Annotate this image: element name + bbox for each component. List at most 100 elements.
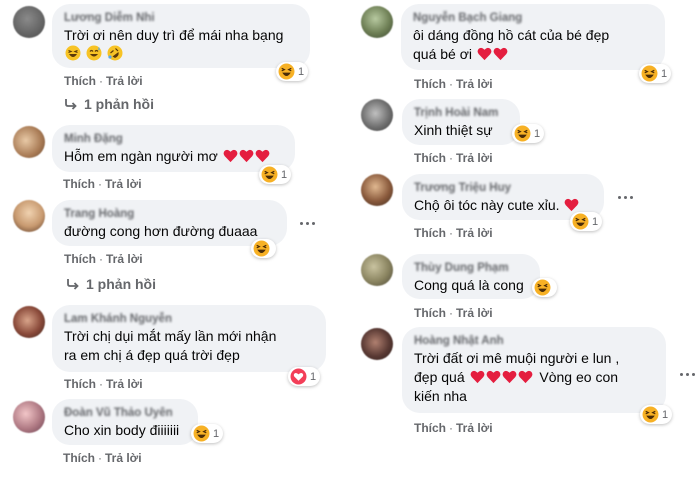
comment-text: Cho xin body điiiiiii <box>64 422 180 438</box>
comment-author[interactable]: Trang Hoàng <box>64 207 275 222</box>
like-link[interactable]: Thích <box>414 306 446 320</box>
reaction-badge[interactable]: 1 <box>640 405 673 424</box>
reaction-badge[interactable]: 1 <box>259 165 292 184</box>
reaction-count: 1 <box>310 370 317 383</box>
reply-link[interactable]: Trả lời <box>456 226 493 240</box>
separator-dot: · <box>449 306 453 320</box>
red-heart-emoji <box>502 370 516 384</box>
reply-link[interactable]: Trả lời <box>105 177 142 191</box>
red-heart-emoji <box>518 370 532 384</box>
red-heart-emoji <box>493 47 508 61</box>
avatar[interactable] <box>13 306 45 338</box>
reply-link[interactable]: Trả lời <box>106 74 143 88</box>
comment-text: Trời ơi nên duy trì để mái nha bạng <box>64 27 284 43</box>
more-options-button[interactable] <box>611 183 639 211</box>
emoji-line <box>64 45 298 64</box>
comment-author[interactable]: Lam Khánh Nguyễn <box>64 312 314 327</box>
comment-author[interactable]: Lương Diễm Nhi <box>64 11 298 26</box>
avatar[interactable] <box>13 200 45 232</box>
view-replies-link[interactable]: 1 phản hồi <box>64 96 154 112</box>
comment-text: Trời chị dụi mắt mấy lần mới nhận <box>64 328 277 344</box>
reply-link[interactable]: Trả lời <box>456 151 493 165</box>
reaction-badge[interactable]: 1 <box>191 424 224 443</box>
like-link[interactable]: Thích <box>63 451 95 465</box>
separator-dot: · <box>98 177 102 191</box>
avatar[interactable] <box>361 174 393 206</box>
avatar[interactable] <box>361 254 393 286</box>
rofl-emoji <box>107 45 123 61</box>
reply-link[interactable]: Trả lời <box>456 421 493 435</box>
reply-link[interactable]: Trả lời <box>456 77 493 91</box>
avatar[interactable] <box>13 6 45 38</box>
reply-link[interactable]: Trả lời <box>105 451 142 465</box>
comment-text: đường cong hơn đường đuaaa <box>64 223 258 239</box>
reaction-badge[interactable]: 1 <box>512 124 545 143</box>
reply-link[interactable]: Trả lời <box>456 306 493 320</box>
separator-dot: · <box>98 451 102 465</box>
haha-emoji <box>65 45 81 61</box>
comment-text: quá bé ơi <box>413 45 653 64</box>
separator-dot: · <box>449 151 453 165</box>
comment-text: Trời đất ơi mê muội người e lun , <box>414 350 620 366</box>
comment-author[interactable]: Hoàng Nhật Anh <box>414 334 654 349</box>
comment-bubble: Minh Đặng Hỗm em ngàn người mơ <box>52 125 295 172</box>
reply-link[interactable]: Trả lời <box>106 252 143 266</box>
avatar[interactable] <box>361 6 393 38</box>
like-link[interactable]: Thích <box>64 377 96 391</box>
avatar[interactable] <box>361 328 393 360</box>
comment-actions: Thích · Trả lời <box>414 77 493 91</box>
separator-dot: · <box>449 226 453 240</box>
haha-reaction-icon <box>641 65 658 82</box>
comment-author[interactable]: Trương Triệu Huy <box>414 181 592 196</box>
more-options-button[interactable] <box>676 360 698 388</box>
comment-text-content: Vòng eo con <box>539 369 619 385</box>
avatar[interactable] <box>13 401 45 433</box>
like-link[interactable]: Thích <box>414 77 446 91</box>
comment-text-content: Hỗm em ngàn người mơ <box>64 148 218 164</box>
comment-author[interactable]: Đoàn Vũ Thảo Uyên <box>64 406 186 421</box>
reaction-count: 1 <box>662 408 669 421</box>
reaction-badge[interactable]: 1 <box>276 62 309 81</box>
comment-text: kiến nha <box>414 388 467 404</box>
like-link[interactable]: Thích <box>63 177 95 191</box>
like-link[interactable]: Thích <box>414 151 446 165</box>
comment-text: Xinh thiệt sự <box>414 122 493 138</box>
reply-link[interactable]: Trả lời <box>106 377 143 391</box>
comment-author[interactable]: Nguyễn Bạch Giang <box>413 11 653 26</box>
reaction-badge[interactable] <box>251 239 276 258</box>
comment-author[interactable]: Minh Đặng <box>64 132 283 147</box>
reaction-badge[interactable]: 1 <box>288 367 321 386</box>
avatar[interactable] <box>361 99 393 131</box>
comment-author[interactable]: Trịnh Hoài Nam <box>414 106 508 121</box>
comment-actions: Thích · Trả lời <box>414 226 493 240</box>
replies-count: 1 phản hồi <box>86 276 156 292</box>
reaction-badge[interactable] <box>532 278 557 297</box>
comment-actions: Thích · Trả lời <box>414 306 493 320</box>
comment-text: ôi dáng đồng hồ cát của bé đẹp <box>413 27 610 43</box>
comment-author[interactable]: Thùy Dung Phạm <box>414 261 528 276</box>
separator-dot: · <box>449 421 453 435</box>
more-options-button[interactable] <box>293 209 321 237</box>
red-heart-emoji <box>470 370 484 384</box>
comment-actions: Thích · Trả lời <box>64 377 143 391</box>
comment-bubble: Nguyễn Bạch Giang ôi dáng đồng hồ cát củ… <box>401 4 665 70</box>
comment-actions: Thích · Trả lời <box>414 421 493 435</box>
like-link[interactable]: Thích <box>64 74 96 88</box>
reaction-count: 1 <box>592 215 599 228</box>
comment-text: Hỗm em ngàn người mơ <box>64 147 283 166</box>
reaction-badge[interactable]: 1 <box>639 64 672 83</box>
avatar[interactable] <box>13 126 45 158</box>
like-link[interactable]: Thích <box>414 226 446 240</box>
separator-dot: · <box>99 252 103 266</box>
red-heart-emoji <box>239 149 254 163</box>
haha-reaction-icon <box>642 406 659 423</box>
like-link[interactable]: Thích <box>64 252 96 266</box>
comment-actions: Thích · Trả lời <box>64 252 143 266</box>
view-replies-link[interactable]: 1 phản hồi <box>66 276 156 292</box>
like-link[interactable]: Thích <box>414 421 446 435</box>
reaction-badge[interactable]: 1 <box>570 212 603 231</box>
comment-actions: Thích · Trả lời <box>63 451 142 465</box>
comment-text-content: Chộ ôi tóc này cute xỉu. <box>414 197 560 213</box>
haha-reaction-icon <box>261 166 278 183</box>
comment-actions: Thích · Trả lời <box>64 74 143 88</box>
